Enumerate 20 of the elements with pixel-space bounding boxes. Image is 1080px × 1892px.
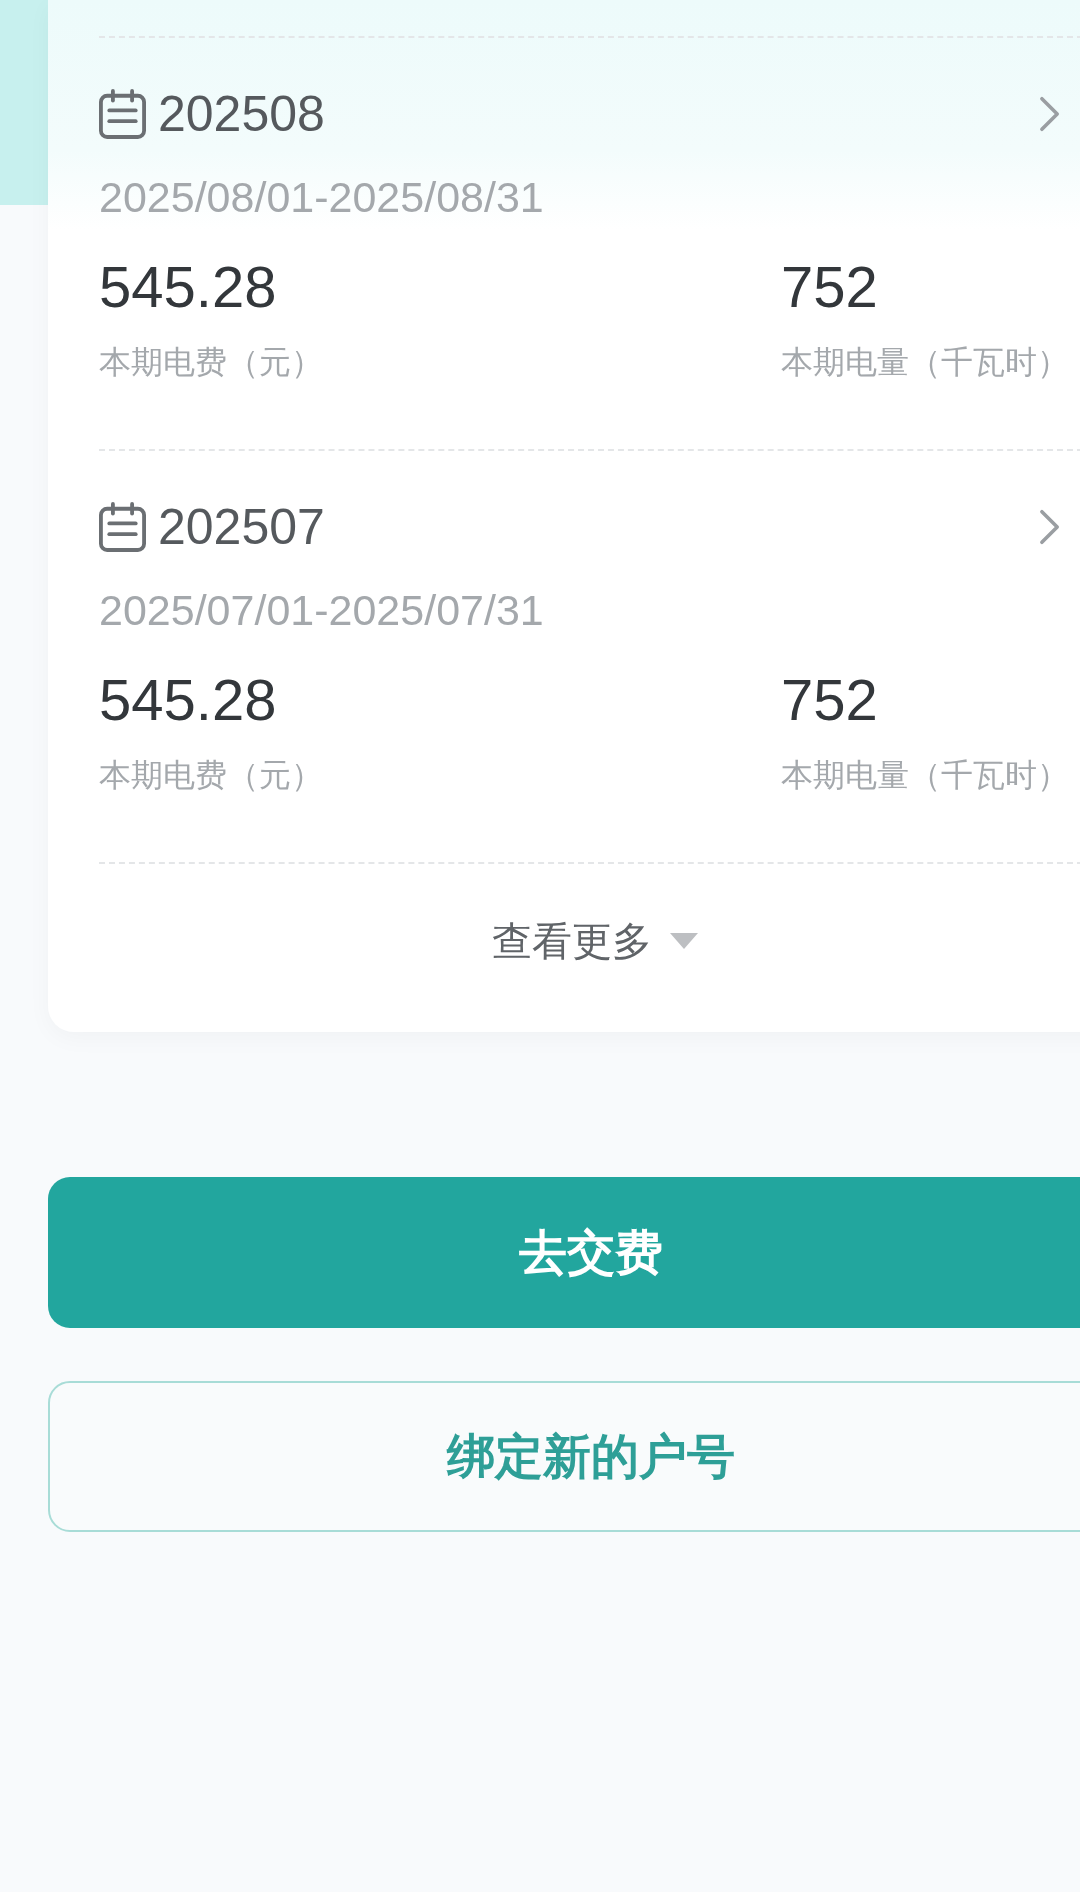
bill-usage-label: 本期电量（千瓦时） — [781, 343, 1070, 382]
caret-down-icon — [670, 933, 698, 949]
bill-usage-value: 752 — [781, 667, 879, 733]
pay-button[interactable]: 去交费 — [48, 1177, 1080, 1328]
bill-period: 202507 — [158, 499, 325, 555]
bill-fee-label: 本期电费（元） — [99, 343, 324, 382]
calendar-icon — [99, 89, 146, 139]
bill-fee-value: 545.28 — [99, 254, 278, 320]
chevron-right-icon[interactable] — [1039, 96, 1061, 132]
bill-fee-label: 本期电费（元） — [99, 756, 324, 795]
bill-usage-value: 752 — [781, 254, 879, 320]
bill-fee-value: 545.28 — [99, 667, 278, 733]
see-more-button[interactable]: 查看更多 — [492, 920, 698, 962]
billing-date-range: 2025/08/01-2025/08/31 — [99, 172, 545, 222]
calendar-icon — [99, 502, 146, 552]
bind-account-button[interactable]: 绑定新的户号 — [48, 1381, 1080, 1532]
bill-usage-label: 本期电量（千瓦时） — [781, 756, 1070, 795]
billing-date-range: 2025/07/01-2025/07/31 — [99, 585, 545, 635]
chevron-right-icon[interactable] — [1039, 509, 1061, 545]
bill-period: 202508 — [158, 86, 325, 142]
